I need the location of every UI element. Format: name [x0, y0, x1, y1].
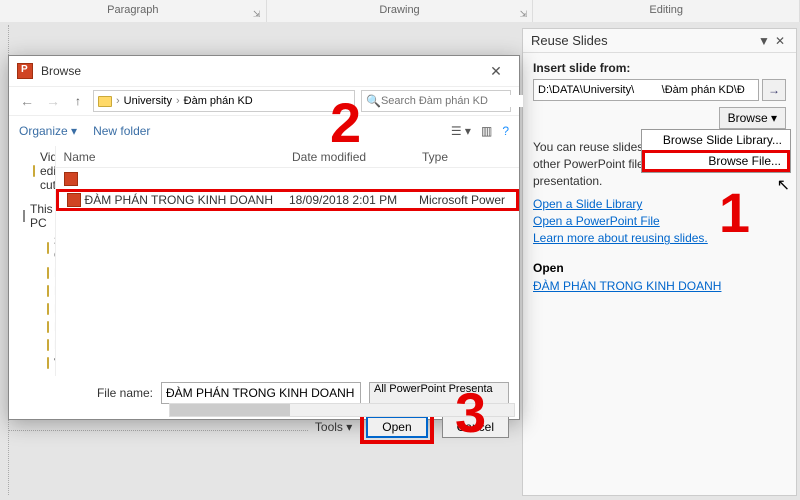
pane-close-icon[interactable]: ✕: [772, 34, 788, 48]
slide-path-input[interactable]: [533, 79, 759, 101]
organize-button[interactable]: Organize ▾: [19, 124, 77, 138]
search-icon: 🔍: [366, 94, 381, 108]
browse-dropdown-menu: Browse Slide Library... Browse File...: [641, 129, 791, 173]
arrow-right-icon: →: [768, 83, 780, 97]
ppt-file-icon: [67, 193, 81, 207]
breadcrumb[interactable]: › University › Đàm phán KD: [93, 90, 355, 112]
browse-button[interactable]: Browse ▾: [719, 107, 786, 129]
ppt-file-icon: [64, 172, 78, 186]
sidebar-item-documents[interactable]: Documents: [9, 282, 55, 300]
dialog-titlebar: Browse ✕: [9, 56, 519, 86]
recent-open-item[interactable]: ĐÀM PHÁN TRONG KINH DOANH: [533, 279, 786, 293]
open-section-title: Open: [533, 261, 786, 275]
learn-more-link[interactable]: Learn more about reusing slides.: [533, 231, 786, 245]
file-name: ĐÀM PHÁN TRONG KINH DOANH: [85, 193, 273, 207]
view-controls: ☰ ▾ ▥ ?: [451, 124, 509, 138]
sidebar-item-videocut[interactable]: Video edit cut: [9, 148, 55, 194]
cancel-button[interactable]: Cancel: [442, 416, 509, 438]
sidebar-item-pictures[interactable]: Pictures: [9, 336, 55, 354]
insert-from-label: Insert slide from:: [533, 61, 786, 75]
file-list-header: Name Date modified Type: [56, 146, 519, 168]
pane-dropdown-icon[interactable]: ▼: [756, 34, 772, 48]
ribbon-expand-icon[interactable]: ⇲: [518, 4, 528, 14]
new-folder-button[interactable]: New folder: [93, 124, 150, 138]
file-type-filter[interactable]: All PowerPoint Presenta: [369, 382, 509, 404]
ribbon-group-editing: Editing: [533, 0, 800, 22]
open-powerpoint-file-link[interactable]: Open a PowerPoint File: [533, 214, 786, 228]
folder-icon: [47, 357, 49, 369]
sidebar-item-desktop[interactable]: Desktop: [9, 264, 55, 282]
ribbon-expand-icon[interactable]: ⇲: [252, 4, 262, 14]
scrollbar-thumb[interactable]: [170, 404, 290, 416]
ribbon-label: Paragraph: [107, 4, 158, 16]
folder-icon: [47, 285, 49, 297]
sidebar-item-downloads[interactable]: Downloads: [9, 300, 55, 318]
open-section: Open ĐÀM PHÁN TRONG KINH DOANH: [533, 261, 786, 293]
folder-icon: [47, 242, 49, 254]
dialog-toolbar: Organize ▾ New folder ☰ ▾ ▥ ?: [9, 116, 519, 146]
ribbon-label: Editing: [649, 4, 683, 16]
dialog-nav: ← → ↑ › University › Đàm phán KD 🔍: [9, 86, 519, 116]
ribbon-group-drawing: Drawing ⇲: [267, 0, 534, 22]
file-date: 18/09/2018 2:01 PM: [281, 193, 411, 207]
file-row-selected[interactable]: ĐÀM PHÁN TRONG KINH DOANH 18/09/2018 2:0…: [56, 189, 519, 211]
breadcrumb-item[interactable]: University: [124, 95, 172, 107]
folder-icon: [98, 96, 112, 107]
dialog-sidebar: Video edit cut This PC 3D Objects Deskto…: [9, 146, 56, 376]
dialog-close-icon[interactable]: ✕: [481, 63, 511, 80]
ribbon-group-paragraph: Paragraph ⇲: [0, 0, 267, 22]
sidebar-item-videos[interactable]: Videos: [9, 354, 55, 372]
powerpoint-icon: [17, 63, 33, 79]
view-mode-icon[interactable]: ☰ ▾: [451, 124, 471, 138]
open-button[interactable]: Open: [366, 416, 427, 438]
pane-title: Reuse Slides: [531, 33, 756, 48]
search-box[interactable]: 🔍: [361, 90, 511, 112]
tools-button[interactable]: Tools ▾: [315, 420, 352, 434]
open-slide-library-link[interactable]: Open a Slide Library: [533, 197, 786, 211]
pane-header: Reuse Slides ▼ ✕: [523, 29, 796, 53]
sidebar-item-music[interactable]: Music: [9, 318, 55, 336]
preview-pane-icon[interactable]: ▥: [481, 124, 492, 138]
nav-up-icon[interactable]: ↑: [69, 94, 87, 108]
browse-file-item[interactable]: Browse File...: [642, 150, 790, 172]
col-name-header[interactable]: Name: [56, 150, 284, 164]
browse-row: Browse ▾ Browse Slide Library... Browse …: [533, 107, 786, 129]
go-button[interactable]: →: [762, 79, 786, 101]
filename-label: File name:: [97, 386, 153, 400]
path-row: →: [533, 79, 786, 101]
pc-icon: [23, 210, 25, 222]
search-input[interactable]: [381, 95, 523, 107]
folder-icon: [47, 339, 49, 351]
horizontal-scrollbar[interactable]: [169, 403, 515, 417]
file-type: Microsoft Power: [411, 193, 516, 207]
sidebar-item-thispc[interactable]: This PC: [9, 200, 55, 232]
nav-back-icon[interactable]: ←: [17, 93, 37, 109]
chevron-icon: ›: [176, 95, 180, 107]
nav-forward-icon[interactable]: →: [43, 93, 63, 109]
dialog-title: Browse: [41, 64, 481, 78]
folder-icon: [47, 321, 49, 333]
browse-slide-library-item[interactable]: Browse Slide Library...: [642, 130, 790, 150]
help-icon[interactable]: ?: [502, 124, 509, 138]
browse-dialog: Browse ✕ ← → ↑ › University › Đàm phán K…: [8, 55, 520, 420]
file-list: Name Date modified Type ĐÀM PHÁN TRONG K…: [56, 146, 519, 376]
folder-icon: [47, 303, 49, 315]
col-date-header[interactable]: Date modified: [284, 150, 414, 164]
filename-input[interactable]: [161, 382, 361, 404]
ribbon-groups: Paragraph ⇲ Drawing ⇲ Editing: [0, 0, 800, 22]
pane-body: Insert slide from: → Browse ▾ Browse Sli…: [523, 53, 796, 304]
chevron-icon: ›: [116, 95, 120, 107]
sidebar-item-3dobjects[interactable]: 3D Objects: [9, 232, 55, 264]
breadcrumb-item[interactable]: Đàm phán KD: [184, 95, 253, 107]
col-type-header[interactable]: Type: [414, 150, 519, 164]
file-row-hidden[interactable]: [56, 168, 519, 190]
dialog-main: Video edit cut This PC 3D Objects Deskto…: [9, 146, 519, 376]
reuse-slides-pane: Reuse Slides ▼ ✕ Insert slide from: → Br…: [522, 28, 797, 496]
ribbon-label: Drawing: [379, 4, 419, 16]
folder-icon: [33, 165, 35, 177]
sidebar-item-cdisk[interactable]: Local Disk (C:): [9, 372, 55, 376]
folder-icon: [47, 267, 49, 279]
